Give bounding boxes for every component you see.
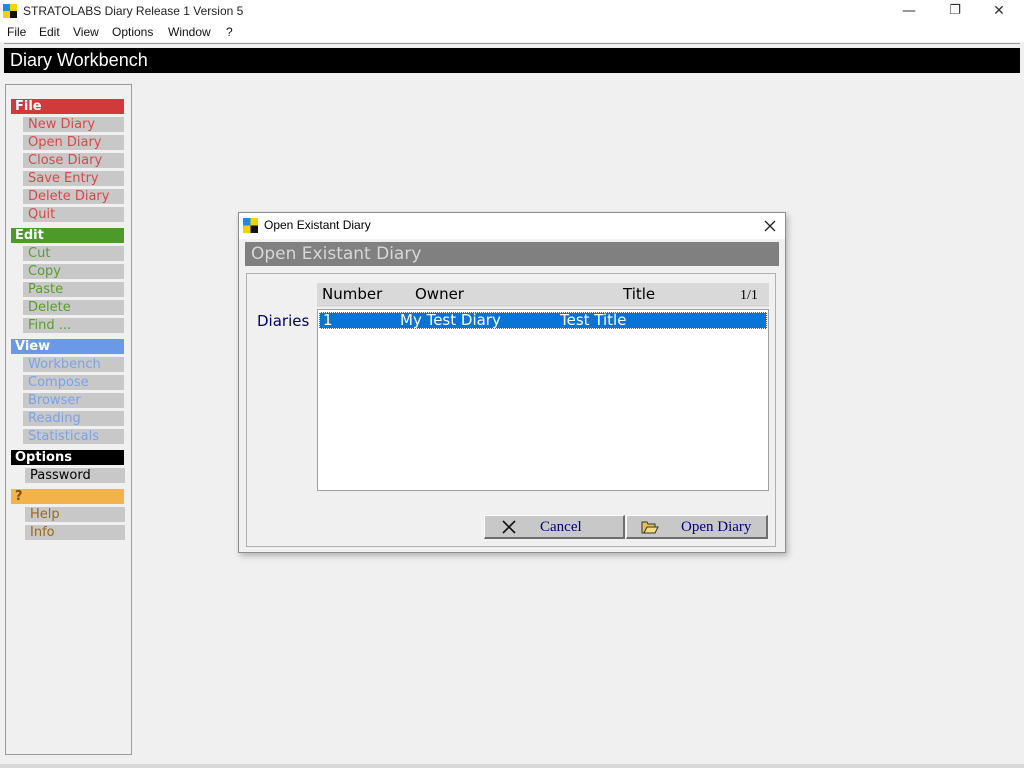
menu-options[interactable]: Options <box>112 25 153 39</box>
workbench-header: Diary Workbench <box>4 48 1020 73</box>
open-folder-icon <box>641 521 659 534</box>
app-logo-icon <box>3 4 17 18</box>
page-title: Diary Workbench <box>10 50 148 70</box>
menu-bar: File Edit View Options Window ? <box>0 24 1024 42</box>
cancel-button-label: Cancel <box>540 519 582 535</box>
close-window-button[interactable]: ✕ <box>976 0 1022 24</box>
sidebar-item-compose[interactable]: Compose <box>23 375 124 390</box>
menubar-divider <box>4 43 1020 44</box>
diaries-label: Diaries <box>257 312 310 330</box>
dialog-banner-title: Open Existant Diary <box>251 244 422 264</box>
list-header: Number Owner Title 1/1 <box>317 283 769 307</box>
close-icon <box>764 220 776 232</box>
sidebar: File New Diary Open Diary Close Diary Sa… <box>5 84 132 755</box>
sidebar-section-options: Options <box>11 450 124 465</box>
window-title: STRATOLABS Diary Release 1 Version 5 <box>23 4 244 18</box>
sidebar-item-cut[interactable]: Cut <box>23 246 124 261</box>
menu-window[interactable]: Window <box>168 25 211 39</box>
dialog-title-bar: Open Existant Diary <box>239 213 785 239</box>
sidebar-item-new-diary[interactable]: New Diary <box>23 117 124 132</box>
sidebar-item-quit[interactable]: Quit <box>23 207 124 222</box>
sidebar-section-edit: Edit <box>11 228 124 243</box>
menu-file[interactable]: File <box>7 25 26 39</box>
menu-edit[interactable]: Edit <box>39 25 60 39</box>
dialog-close-button[interactable] <box>755 213 785 239</box>
window-title-bar: STRATOLABS Diary Release 1 Version 5 — ❐… <box>0 0 1024 24</box>
sidebar-item-delete[interactable]: Delete <box>23 300 124 315</box>
sidebar-item-statisticals[interactable]: Statisticals <box>23 429 124 444</box>
column-header-number[interactable]: Number <box>322 285 382 303</box>
dialog-title: Open Existant Diary <box>264 218 371 232</box>
sidebar-item-browser[interactable]: Browser <box>23 393 124 408</box>
cell-number: 1 <box>323 311 333 329</box>
restore-button[interactable]: ❐ <box>932 0 978 24</box>
column-header-owner[interactable]: Owner <box>415 285 464 303</box>
sidebar-item-save-entry[interactable]: Save Entry <box>23 171 124 186</box>
sidebar-item-paste[interactable]: Paste <box>23 282 124 297</box>
column-header-title[interactable]: Title <box>623 285 655 303</box>
dialog-banner: Open Existant Diary <box>245 242 779 266</box>
sidebar-item-password[interactable]: Password <box>25 468 125 483</box>
sidebar-item-info[interactable]: Info <box>25 525 125 540</box>
cancel-x-icon <box>502 520 516 534</box>
sidebar-section-view: View <box>11 339 124 354</box>
minimize-button[interactable]: — <box>886 0 932 24</box>
sidebar-item-copy[interactable]: Copy <box>23 264 124 279</box>
sidebar-section-file: File <box>11 99 124 114</box>
menu-help[interactable]: ? <box>226 25 233 39</box>
diaries-list[interactable]: 1 My Test Diary Test Title <box>317 309 769 491</box>
cell-owner: My Test Diary <box>400 311 501 329</box>
list-item[interactable]: 1 My Test Diary Test Title <box>319 312 767 329</box>
bottom-status-strip <box>0 764 1024 768</box>
sidebar-item-help[interactable]: Help <box>25 507 125 522</box>
cancel-button[interactable]: Cancel <box>484 515 625 539</box>
app-logo-icon <box>243 218 258 233</box>
page-indicator: 1/1 <box>740 288 758 303</box>
sidebar-item-reading[interactable]: Reading <box>23 411 124 426</box>
cell-title: Test Title <box>560 311 627 329</box>
sidebar-item-workbench[interactable]: Workbench <box>23 357 124 372</box>
sidebar-item-delete-diary[interactable]: Delete Diary <box>23 189 124 204</box>
sidebar-item-find[interactable]: Find ... <box>23 318 124 333</box>
sidebar-item-close-diary[interactable]: Close Diary <box>23 153 124 168</box>
sidebar-section-help: ? <box>11 489 124 504</box>
open-diary-button-label: Open Diary <box>681 519 752 535</box>
open-diary-dialog: Open Existant Diary Open Existant Diary … <box>238 212 786 553</box>
open-diary-button[interactable]: Open Diary <box>626 515 768 539</box>
sidebar-item-open-diary[interactable]: Open Diary <box>23 135 124 150</box>
menu-view[interactable]: View <box>73 25 99 39</box>
